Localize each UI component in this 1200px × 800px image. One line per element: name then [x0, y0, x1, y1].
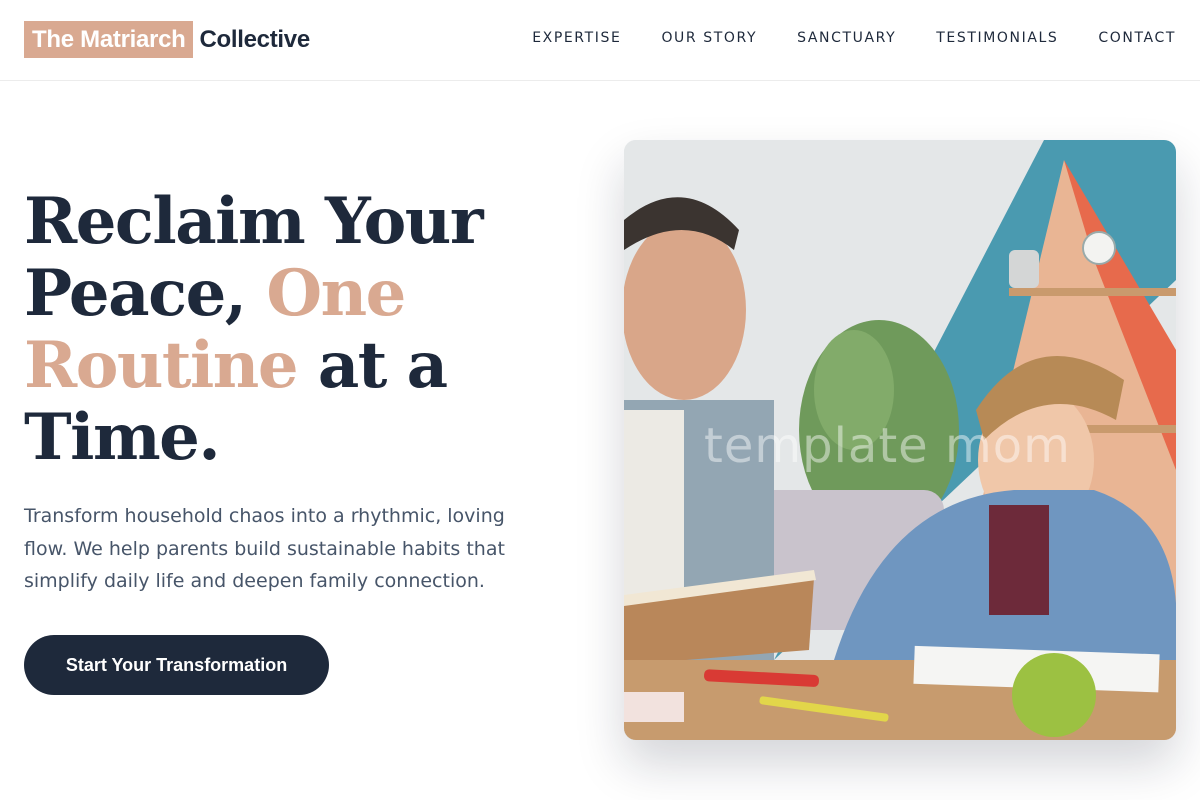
nav-link-expertise[interactable]: EXPERTISE [532, 30, 621, 46]
logo[interactable]: The Matriarch Collective [24, 21, 310, 58]
hero-title-peace: Peace, [24, 256, 267, 331]
hero-title-accent-routine: Routine [24, 328, 299, 403]
nav-link-sanctuary[interactable]: SANCTUARY [797, 30, 896, 46]
main-nav: EXPERTISE OUR STORY SANCTUARY TESTIMONIA… [532, 30, 1176, 46]
start-transformation-button[interactable]: Start Your Transformation [24, 635, 329, 695]
hero-subtitle: Transform household chaos into a rhythmi… [24, 505, 505, 592]
logo-highlight: The Matriarch [24, 21, 194, 58]
photo-watermark: template mom [704, 418, 1071, 474]
hero-photo: template mom [624, 140, 1176, 740]
logo-text: Collective [199, 25, 310, 53]
hero-title-accent-one: One [266, 256, 406, 331]
site-header: The Matriarch Collective EXPERTISE OUR S… [0, 0, 1200, 81]
hero-title-line1: Reclaim Your [24, 184, 484, 259]
hero-title-time: Time. [24, 400, 221, 475]
nav-link-testimonials[interactable]: TESTIMONIALS [936, 30, 1058, 46]
hero-title-at-a: at a [297, 328, 448, 403]
nav-link-our-story[interactable]: OUR STORY [661, 30, 757, 46]
hero-title: Reclaim Your Peace, One Routine at a Tim… [24, 186, 584, 474]
nav-link-contact[interactable]: CONTACT [1098, 30, 1176, 46]
